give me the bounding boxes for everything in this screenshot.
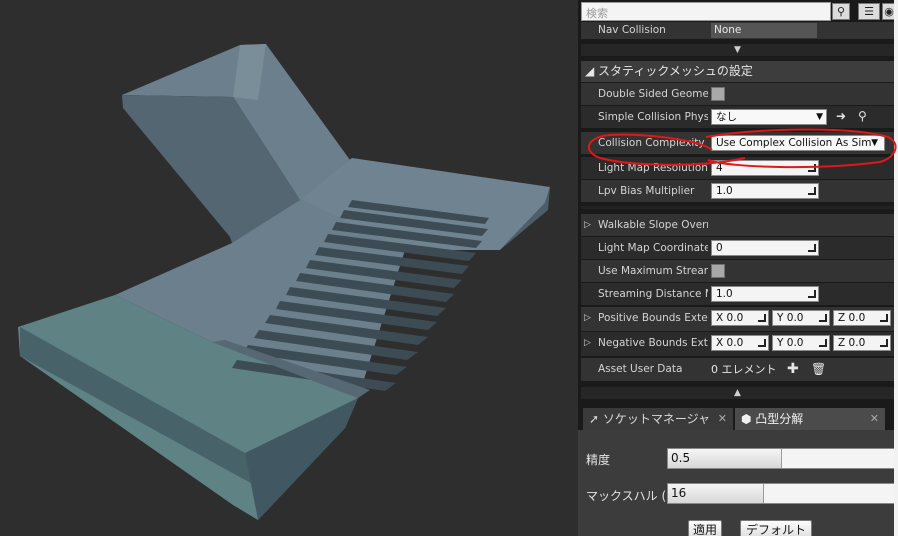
section-title: スタティックメッシュの設定 (598, 64, 753, 78)
tab-socket-manager[interactable]: ➚ ソケットマネージャ ✕ (583, 408, 733, 430)
details-panel: 検索 ⚲ ☰ ◉ Nav Collision None ▼ ◢ スタティックメッ… (578, 0, 894, 536)
search-input[interactable]: 検索 (581, 2, 831, 21)
spin-icon (758, 314, 766, 322)
collision-complexity-label: Collision Complexity (598, 137, 705, 149)
tab-bar: ➚ ソケットマネージャ ✕ ⬢ 凸型分解 ✕ (578, 406, 894, 430)
chevron-down-icon: ▼ (816, 112, 823, 122)
asset-user-data-row: Asset User Data 0 エレメント ✚ 🗑 (581, 358, 894, 381)
streaming-distance-row: Streaming Distance M 1.0 (581, 283, 894, 305)
nav-collision-row: Nav Collision None (581, 22, 894, 39)
positive-bounds-row: ▷ Positive Bounds Exte X 0.0 Y 0.0 Z 0.0 (581, 307, 894, 331)
lpv-bias-input[interactable]: 1.0 (711, 183, 819, 199)
spin-icon (819, 314, 827, 322)
convex-icon: ⬢ (741, 412, 756, 426)
double-sided-checkbox[interactable] (711, 87, 725, 101)
apply-button[interactable]: 適用 (688, 520, 722, 536)
spin-icon (880, 339, 888, 347)
light-map-resolution-input[interactable]: 4 (711, 160, 819, 176)
browse-icon[interactable]: ⚲ (858, 109, 867, 123)
collision-complexity-dropdown[interactable]: Use Complex Collision As Sim ▼ (711, 135, 885, 151)
spin-icon (819, 339, 827, 347)
close-icon[interactable]: ✕ (718, 408, 727, 430)
light-map-resolution-row: Light Map Resolution 4 (581, 157, 894, 179)
close-icon[interactable]: ✕ (870, 408, 879, 430)
trash-icon[interactable]: 🗑 (811, 362, 826, 376)
row-separator (581, 206, 894, 209)
simple-collision-dropdown[interactable]: なし ▼ (711, 109, 827, 125)
positive-bounds-x[interactable]: X 0.0 (711, 310, 769, 326)
negative-bounds-label: Negative Bounds Exte (598, 337, 708, 349)
tab-convex-decomposition[interactable]: ⬢ 凸型分解 ✕ (735, 408, 885, 430)
expand-triangle-icon[interactable]: ▷ (584, 332, 591, 354)
light-map-resolution-label: Light Map Resolution (598, 162, 708, 174)
lpv-bias-label: Lpv Bias Multiplier (598, 185, 695, 197)
use-max-streaming-checkbox[interactable] (711, 264, 725, 278)
use-max-streaming-row: Use Maximum Strear (581, 260, 894, 282)
eye-icon[interactable]: ◉ (882, 3, 894, 20)
accuracy-label: 精度 (586, 453, 611, 467)
grid-view-icon[interactable]: ☰ (858, 3, 880, 20)
window-edge (894, 0, 898, 536)
spin-icon (808, 290, 816, 298)
light-map-coordinate-input[interactable]: 0 (711, 240, 819, 256)
negative-bounds-x[interactable]: X 0.0 (711, 335, 769, 351)
staircase-mesh (18, 44, 550, 520)
light-map-coordinate-row: Light Map Coordinate 0 (581, 237, 894, 259)
expand-triangle-icon[interactable]: ▷ (584, 307, 591, 329)
accuracy-slider[interactable]: 0.5 (667, 448, 894, 469)
collision-complexity-row: Collision Complexity Use Complex Collisi… (581, 132, 894, 154)
expand-triangle-icon[interactable]: ▷ (584, 214, 591, 236)
asset-user-data-count: 0 エレメント (711, 363, 777, 376)
max-hull-slider[interactable]: 16 (667, 483, 894, 504)
streaming-distance-input[interactable]: 1.0 (711, 286, 819, 302)
asset-user-data-label: Asset User Data (598, 363, 683, 375)
walkable-slope-label: Walkable Slope Overr (598, 219, 708, 231)
convex-decomposition-panel: 精度 0.5 マックスハル ( 16 適用 デフォルト (578, 430, 894, 536)
search-icon[interactable]: ⚲ (832, 3, 850, 20)
spin-icon (880, 314, 888, 322)
collapse-up-icon[interactable]: ▲ (581, 387, 894, 399)
negative-bounds-z[interactable]: Z 0.0 (833, 335, 891, 351)
double-sided-label: Double Sided Geomet (598, 88, 708, 100)
simple-collision-row: Simple Collision Phys なし ▼ ➜ ⚲ (581, 106, 894, 128)
chevron-down-icon: ▼ (871, 136, 878, 150)
negative-bounds-row: ▷ Negative Bounds Exte X 0.0 Y 0.0 Z 0.0 (581, 332, 894, 356)
3d-viewport[interactable] (0, 0, 578, 536)
nav-collision-value[interactable]: None (711, 23, 817, 38)
double-sided-row: Double Sided Geomet (581, 83, 894, 105)
plus-icon[interactable]: ✚ (787, 361, 799, 377)
max-hull-label: マックスハル ( (586, 489, 667, 503)
static-mesh-settings-header[interactable]: ◢ スタティックメッシュの設定 (581, 61, 894, 82)
default-button[interactable]: デフォルト (740, 520, 812, 536)
walkable-slope-row[interactable]: ▷ Walkable Slope Overr (581, 214, 894, 236)
spin-icon (758, 339, 766, 347)
arrow-left-icon[interactable]: ➜ (836, 109, 846, 123)
nav-collision-label: Nav Collision (598, 24, 666, 36)
positive-bounds-z[interactable]: Z 0.0 (833, 310, 891, 326)
positive-bounds-label: Positive Bounds Exte (598, 312, 708, 324)
light-map-coordinate-label: Light Map Coordinate (598, 242, 708, 254)
spin-icon (808, 164, 816, 172)
streaming-distance-label: Streaming Distance M (598, 288, 708, 300)
expand-down-icon[interactable]: ▼ (581, 44, 894, 56)
use-max-streaming-label: Use Maximum Strear (598, 265, 708, 277)
lpv-bias-row: Lpv Bias Multiplier 1.0 (581, 180, 894, 202)
socket-wrench-icon: ➚ (589, 412, 603, 426)
collapse-triangle-icon: ◢ (585, 64, 599, 78)
simple-collision-label: Simple Collision Phys (598, 111, 708, 123)
spin-icon (808, 244, 816, 252)
spin-icon (808, 187, 816, 195)
positive-bounds-y[interactable]: Y 0.0 (772, 310, 830, 326)
negative-bounds-y[interactable]: Y 0.0 (772, 335, 830, 351)
